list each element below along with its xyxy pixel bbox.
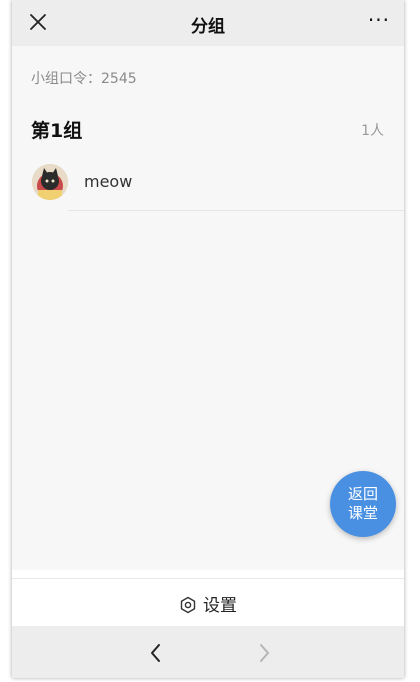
chevron-left-icon	[151, 644, 160, 662]
password-label: 小组口令：	[31, 71, 101, 87]
bottom-nav	[12, 626, 404, 678]
page-title: 分组	[191, 17, 225, 37]
group-name: 第1组	[31, 120, 83, 142]
row-divider	[68, 210, 404, 211]
member-list-item[interactable]: meow	[12, 156, 404, 212]
member-name: meow	[84, 172, 133, 191]
fab-label-line2: 课堂	[347, 504, 378, 522]
phone-frame: 分组 ··· 小组口令：2545 第1组 1人 meow 返回 课堂 设置	[0, 0, 420, 682]
group-password: 小组口令：2545	[31, 68, 137, 88]
settings-label: 设置	[203, 596, 237, 616]
gear-icon	[180, 596, 196, 614]
forward-button[interactable]	[254, 642, 274, 664]
settings-button[interactable]: 设置	[12, 578, 404, 625]
settings-inner: 设置	[12, 591, 404, 616]
group-member-count: 1人	[361, 123, 384, 139]
top-bar: 分组 ···	[12, 0, 404, 46]
cat-avatar	[32, 164, 68, 200]
fab-label-line1: 返回	[347, 485, 378, 503]
back-button[interactable]	[146, 642, 166, 664]
password-code: 2545	[101, 71, 137, 87]
more-button[interactable]: ···	[368, 8, 390, 32]
return-to-class-button[interactable]: 返回 课堂	[330, 471, 396, 537]
app-screen: 分组 ··· 小组口令：2545 第1组 1人 meow 返回 课堂 设置	[12, 0, 404, 678]
group-content: 小组口令：2545 第1组 1人 meow 返回 课堂	[12, 46, 404, 570]
chevron-right-icon	[260, 644, 269, 662]
